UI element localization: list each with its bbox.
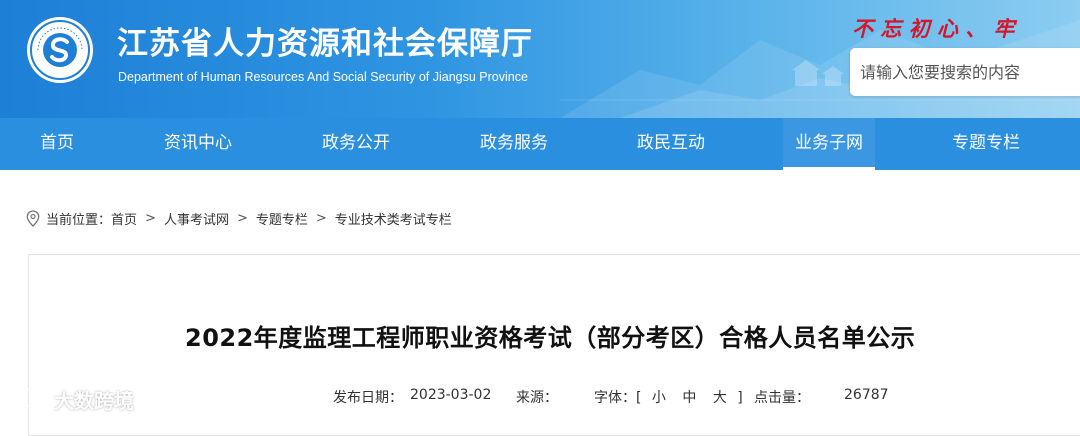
publish-label: 发布日期： bbox=[333, 390, 403, 406]
font-size-label: 字体：[ bbox=[594, 390, 642, 406]
nav-item-gov-open[interactable]: 政务公开 bbox=[298, 118, 414, 170]
watermark: 大数跨境 bbox=[8, 384, 134, 414]
font-size-close: ] bbox=[737, 390, 743, 406]
font-size-small[interactable]: 小 bbox=[652, 390, 666, 406]
nav-item-gov-service[interactable]: 政务服务 bbox=[456, 118, 572, 170]
site-header: 江苏省人力资源和社会保障厅 Department of Human Resour… bbox=[0, 0, 1080, 118]
breadcrumb-prefix: 当前位置： bbox=[46, 212, 112, 228]
watermark-logo-icon bbox=[10, 388, 46, 407]
nav-item-interaction[interactable]: 政民互动 bbox=[613, 118, 729, 170]
location-pin-icon bbox=[26, 209, 40, 227]
search-box bbox=[850, 48, 1080, 96]
nav-item-home[interactable]: 首页 bbox=[0, 118, 114, 170]
nav-item-sub-network[interactable]: 业务子网 bbox=[783, 118, 875, 170]
font-size-medium[interactable]: 中 bbox=[682, 390, 696, 406]
watermark-text: 大数跨境 bbox=[54, 388, 134, 413]
site-title: 江苏省人力资源和社会保障厅 bbox=[117, 26, 533, 62]
nav-item-topics[interactable]: 专题专栏 bbox=[928, 118, 1044, 170]
views-count: 26787 bbox=[844, 387, 889, 403]
slogan: 不 忘 初 心 、 牢 bbox=[852, 16, 1015, 41]
breadcrumb-professional-exams[interactable]: 专业技术类考试专栏 bbox=[335, 209, 452, 228]
font-size-large[interactable]: 大 bbox=[713, 390, 727, 406]
font-size-control: 字体：[ 小 中 大 ] bbox=[594, 387, 743, 407]
breadcrumb-separator: > bbox=[315, 210, 327, 226]
article-title: 2022年度监理工程师职业资格考试（部分考区）合格人员名单公示 bbox=[185, 324, 916, 352]
nav-item-news[interactable]: 资讯中心 bbox=[140, 118, 256, 170]
breadcrumb-home[interactable]: 首页 bbox=[111, 209, 137, 228]
views-label: 点击量： bbox=[754, 390, 810, 406]
source-label: 来源： bbox=[516, 390, 558, 406]
breadcrumb-separator: > bbox=[145, 210, 156, 226]
breadcrumb: 当前位置： 首页 > 人事考试网 > 专题专栏 > 专业技术类考试专栏 bbox=[26, 208, 452, 228]
breadcrumb-separator: > bbox=[236, 210, 248, 226]
site-subtitle: Department of Human Resources And Social… bbox=[118, 70, 528, 84]
main-nav: 首页 资讯中心 政务公开 政务服务 政民互动 业务子网 专题专栏 bbox=[0, 118, 1080, 170]
search-input[interactable] bbox=[850, 48, 1080, 96]
breadcrumb-exam-site[interactable]: 人事考试网 bbox=[164, 209, 229, 228]
publish-date: 2023-03-02 bbox=[410, 387, 492, 403]
emblem-icon bbox=[27, 17, 93, 83]
breadcrumb-topics[interactable]: 专题专栏 bbox=[256, 209, 308, 228]
